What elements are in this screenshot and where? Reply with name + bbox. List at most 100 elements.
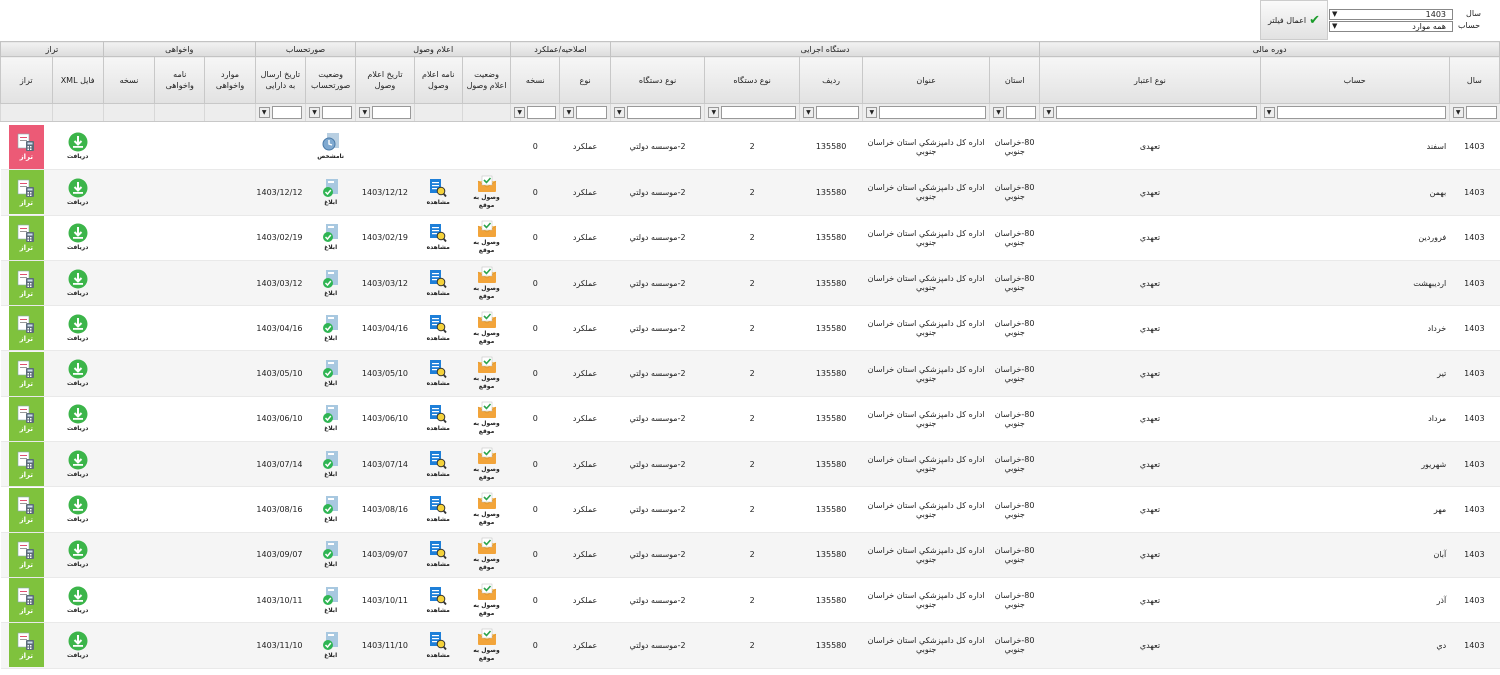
column-filter-input[interactable] bbox=[1006, 106, 1037, 119]
balance-button[interactable]: تراز bbox=[8, 487, 44, 532]
view-receipt-letter-button[interactable]: مشاهده bbox=[427, 450, 450, 479]
balance-button[interactable]: تراز bbox=[8, 623, 44, 668]
col-audit-letter[interactable]: نامه واخواهی bbox=[154, 56, 206, 104]
filter-icon[interactable]: ▼ bbox=[563, 107, 575, 118]
filter-icon[interactable]: ▼ bbox=[802, 107, 814, 118]
statement-status[interactable]: ابلاغ bbox=[321, 540, 341, 569]
download-xml-button[interactable]: دریافت bbox=[67, 359, 88, 388]
filter-icon[interactable]: ▼ bbox=[993, 107, 1004, 118]
view-receipt-letter-button[interactable]: مشاهده bbox=[427, 404, 450, 433]
receipt-status[interactable]: وصول به موقع bbox=[465, 311, 507, 346]
table-row[interactable]: 1403 خرداد تعهدي 80-خراسان جنوبي اداره كل دا… bbox=[0, 305, 1500, 352]
col-receipt-letter[interactable]: نامه اعلام وصول bbox=[413, 56, 463, 104]
column-filter-input[interactable] bbox=[1465, 106, 1497, 119]
account-select[interactable]: ▼ همه موارد bbox=[1329, 21, 1453, 32]
view-receipt-letter-button[interactable]: مشاهده bbox=[427, 178, 450, 207]
receipt-status[interactable]: وصول به موقع bbox=[465, 401, 507, 436]
filter-icon[interactable]: ▼ bbox=[359, 107, 371, 118]
filter-icon[interactable]: ▼ bbox=[309, 107, 320, 118]
col-version[interactable]: نسخه bbox=[510, 56, 561, 104]
table-row[interactable]: 1403 فروردين تعهدي 80-خراسان جنوبي اداره كل … bbox=[0, 215, 1500, 261]
col-credit-type[interactable]: نوع اعتبار bbox=[1039, 56, 1261, 104]
balance-button[interactable]: تراز bbox=[8, 124, 44, 169]
download-xml-button[interactable]: دریافت bbox=[67, 314, 88, 343]
table-row[interactable]: 1403 بهمن تعهدي 80-خراسان جنوبي اداره كل دام… bbox=[0, 169, 1500, 216]
column-filter-input[interactable] bbox=[576, 106, 607, 119]
statement-status[interactable]: ابلاغ bbox=[321, 223, 341, 252]
col-audit-version[interactable]: نسخه bbox=[102, 56, 156, 104]
col-account[interactable]: حساب bbox=[1259, 56, 1450, 104]
col-agency-code[interactable]: نوع دستگاه bbox=[704, 56, 800, 104]
download-xml-button[interactable]: دریافت bbox=[67, 450, 88, 479]
view-receipt-letter-button[interactable]: مشاهده bbox=[427, 269, 450, 298]
col-receipt-status[interactable]: وضعیت اعلام وصول bbox=[461, 56, 512, 104]
receipt-status[interactable]: وصول به موقع bbox=[465, 492, 507, 527]
view-receipt-letter-button[interactable]: مشاهده bbox=[427, 359, 450, 388]
statement-status[interactable]: ابلاغ bbox=[321, 359, 341, 388]
statement-status[interactable]: ابلاغ bbox=[321, 495, 341, 524]
download-xml-button[interactable]: دریافت bbox=[67, 586, 88, 615]
col-statement-date[interactable]: تاریخ ارسال به دارایی bbox=[254, 56, 307, 104]
col-year[interactable]: سال bbox=[1448, 56, 1500, 104]
balance-button[interactable]: تراز bbox=[8, 442, 44, 486]
view-receipt-letter-button[interactable]: مشاهده bbox=[427, 314, 450, 343]
statement-status[interactable]: ابلاغ bbox=[321, 404, 341, 433]
year-select[interactable]: ▼ 1403 bbox=[1329, 9, 1453, 20]
statement-status[interactable]: ابلاغ bbox=[321, 450, 341, 479]
download-xml-button[interactable]: دریافت bbox=[67, 495, 88, 524]
filter-icon[interactable]: ▼ bbox=[708, 107, 720, 118]
column-filter-input[interactable] bbox=[372, 106, 411, 119]
filter-icon[interactable]: ▼ bbox=[1452, 107, 1464, 118]
column-filter-input[interactable] bbox=[322, 106, 353, 119]
col-title[interactable]: عنوان bbox=[862, 56, 990, 104]
col-province[interactable]: استان bbox=[988, 56, 1041, 104]
download-xml-button[interactable]: دریافت bbox=[67, 631, 88, 660]
table-row[interactable]: 1403 تير تعهدي 80-خراسان جنوبي اداره كل دامپ… bbox=[0, 350, 1500, 397]
receipt-status[interactable]: وصول به موقع bbox=[465, 266, 507, 301]
receipt-status[interactable]: وصول به موقع bbox=[465, 356, 507, 391]
receipt-status[interactable]: وصول به موقع bbox=[465, 628, 507, 663]
view-receipt-letter-button[interactable]: مشاهده bbox=[427, 540, 450, 569]
download-xml-button[interactable]: دریافت bbox=[67, 178, 88, 207]
table-row[interactable]: 1403 دي تعهدي 80-خراسان جنوبي اداره كل دامپز… bbox=[0, 622, 1500, 669]
statement-status[interactable]: ابلاغ bbox=[321, 314, 341, 343]
column-filter-input[interactable] bbox=[527, 106, 557, 119]
filter-icon[interactable]: ▼ bbox=[1263, 107, 1275, 118]
filter-icon[interactable]: ▼ bbox=[866, 107, 878, 118]
download-xml-button[interactable]: دریافت bbox=[67, 269, 88, 298]
statement-status[interactable]: ابلاغ bbox=[321, 631, 341, 660]
download-xml-button[interactable]: دریافت bbox=[67, 223, 88, 252]
statement-status[interactable]: ابلاغ bbox=[321, 586, 341, 615]
balance-button[interactable]: تراز bbox=[8, 306, 44, 350]
col-row[interactable]: ردیف bbox=[798, 56, 864, 104]
column-filter-input[interactable] bbox=[271, 106, 302, 119]
receipt-status[interactable]: وصول به موقع bbox=[465, 220, 507, 255]
col-balance[interactable]: تراز bbox=[0, 56, 53, 104]
statement-status[interactable]: نامشخص bbox=[317, 132, 344, 161]
filter-icon[interactable]: ▼ bbox=[514, 107, 526, 118]
balance-button[interactable]: تراز bbox=[8, 215, 44, 260]
balance-button[interactable]: تراز bbox=[8, 532, 44, 577]
balance-button[interactable]: تراز bbox=[8, 351, 44, 396]
col-audit-items[interactable]: موارد واخواهی bbox=[204, 56, 256, 104]
download-xml-button[interactable]: دریافت bbox=[67, 540, 88, 569]
balance-button[interactable]: تراز bbox=[8, 396, 44, 441]
col-statement-status[interactable]: وضعیت صورتحساب bbox=[304, 56, 357, 104]
statement-status[interactable]: ابلاغ bbox=[321, 269, 341, 298]
col-kind[interactable]: نوع bbox=[559, 56, 611, 104]
table-row[interactable]: 1403 آذر تعهدي 80-خراسان جنوبي اداره كل دامپ… bbox=[0, 577, 1500, 624]
view-receipt-letter-button[interactable]: مشاهده bbox=[427, 223, 450, 252]
apply-filter-button[interactable]: اعمال فیلتر ✔ bbox=[1260, 0, 1328, 40]
receipt-status[interactable]: وصول به موقع bbox=[465, 447, 507, 482]
column-filter-input[interactable] bbox=[879, 106, 986, 119]
receipt-status[interactable]: وصول به موقع bbox=[465, 175, 507, 210]
column-filter-input[interactable] bbox=[1056, 106, 1257, 119]
table-row[interactable]: 1403 ارديبهشت تعهدي 80-خراسان جنوبي اداره كل… bbox=[0, 260, 1500, 307]
column-filter-input[interactable] bbox=[721, 106, 796, 119]
table-row[interactable]: 1403 مرداد تعهدي 80-خراسان جنوبي اداره كل دا… bbox=[0, 396, 1500, 443]
balance-button[interactable]: تراز bbox=[8, 170, 44, 215]
col-receipt-date[interactable]: تاریخ اعلام وصول bbox=[355, 56, 415, 104]
column-filter-input[interactable] bbox=[1276, 106, 1446, 119]
table-row[interactable]: 1403 مهر تعهدي 80-خراسان جنوبي اداره كل دامپ… bbox=[0, 486, 1500, 533]
view-receipt-letter-button[interactable]: مشاهده bbox=[427, 631, 450, 660]
